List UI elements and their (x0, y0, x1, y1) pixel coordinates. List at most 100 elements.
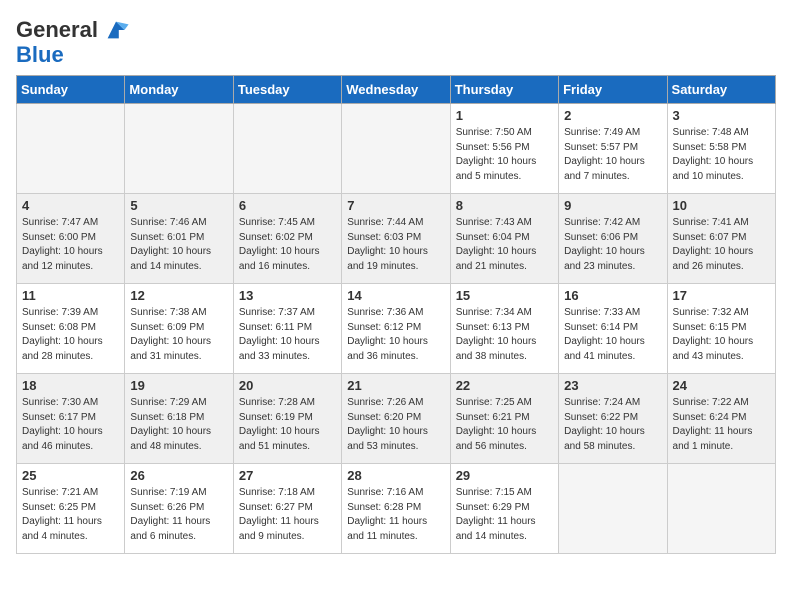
day-number: 8 (456, 198, 553, 213)
calendar-cell (342, 104, 450, 194)
calendar-cell (233, 104, 341, 194)
day-info: Sunrise: 7:29 AM Sunset: 6:18 PM Dayligh… (130, 396, 227, 454)
logo-general: General (16, 19, 98, 41)
calendar-cell (667, 464, 775, 554)
day-number: 22 (456, 378, 553, 393)
calendar-cell: 1 Sunrise: 7:50 AM Sunset: 5:56 PM Daylig… (450, 104, 558, 194)
day-number: 19 (130, 378, 227, 393)
calendar-cell (559, 464, 667, 554)
day-number: 4 (22, 198, 119, 213)
day-info: Sunrise: 7:16 AM Sunset: 6:28 PM Dayligh… (347, 486, 444, 544)
calendar-cell (125, 104, 233, 194)
weekday-header: Monday (125, 76, 233, 104)
day-number: 11 (22, 288, 119, 303)
calendar-table: SundayMondayTuesdayWednesdayThursdayFrid… (16, 75, 776, 554)
day-number: 15 (456, 288, 553, 303)
calendar-cell: 23 Sunrise: 7:24 AM Sunset: 6:22 PM Dayli… (559, 374, 667, 464)
calendar-cell: 11 Sunrise: 7:39 AM Sunset: 6:08 PM Dayli… (17, 284, 125, 374)
calendar-cell: 5 Sunrise: 7:46 AM Sunset: 6:01 PM Daylig… (125, 194, 233, 284)
calendar-cell: 6 Sunrise: 7:45 AM Sunset: 6:02 PM Daylig… (233, 194, 341, 284)
weekday-header: Friday (559, 76, 667, 104)
day-info: Sunrise: 7:42 AM Sunset: 6:06 PM Dayligh… (564, 216, 661, 274)
calendar-cell: 24 Sunrise: 7:22 AM Sunset: 6:24 PM Dayli… (667, 374, 775, 464)
day-info: Sunrise: 7:48 AM Sunset: 5:58 PM Dayligh… (673, 126, 770, 184)
day-info: Sunrise: 7:19 AM Sunset: 6:26 PM Dayligh… (130, 486, 227, 544)
day-info: Sunrise: 7:33 AM Sunset: 6:14 PM Dayligh… (564, 306, 661, 364)
calendar-cell: 20 Sunrise: 7:28 AM Sunset: 6:19 PM Dayli… (233, 374, 341, 464)
day-info: Sunrise: 7:38 AM Sunset: 6:09 PM Dayligh… (130, 306, 227, 364)
day-number: 9 (564, 198, 661, 213)
calendar-cell: 27 Sunrise: 7:18 AM Sunset: 6:27 PM Dayli… (233, 464, 341, 554)
day-info: Sunrise: 7:50 AM Sunset: 5:56 PM Dayligh… (456, 126, 553, 184)
day-info: Sunrise: 7:28 AM Sunset: 6:19 PM Dayligh… (239, 396, 336, 454)
day-info: Sunrise: 7:15 AM Sunset: 6:29 PM Dayligh… (456, 486, 553, 544)
day-number: 12 (130, 288, 227, 303)
day-number: 23 (564, 378, 661, 393)
calendar-cell: 16 Sunrise: 7:33 AM Sunset: 6:14 PM Dayli… (559, 284, 667, 374)
day-number: 6 (239, 198, 336, 213)
day-info: Sunrise: 7:30 AM Sunset: 6:17 PM Dayligh… (22, 396, 119, 454)
header: General Blue (16, 16, 776, 67)
day-number: 17 (673, 288, 770, 303)
weekday-header: Wednesday (342, 76, 450, 104)
day-info: Sunrise: 7:32 AM Sunset: 6:15 PM Dayligh… (673, 306, 770, 364)
day-number: 20 (239, 378, 336, 393)
day-number: 14 (347, 288, 444, 303)
day-info: Sunrise: 7:24 AM Sunset: 6:22 PM Dayligh… (564, 396, 661, 454)
calendar-cell: 26 Sunrise: 7:19 AM Sunset: 6:26 PM Dayli… (125, 464, 233, 554)
day-info: Sunrise: 7:41 AM Sunset: 6:07 PM Dayligh… (673, 216, 770, 274)
calendar-cell: 4 Sunrise: 7:47 AM Sunset: 6:00 PM Daylig… (17, 194, 125, 284)
day-info: Sunrise: 7:39 AM Sunset: 6:08 PM Dayligh… (22, 306, 119, 364)
day-number: 10 (673, 198, 770, 213)
calendar-cell: 22 Sunrise: 7:25 AM Sunset: 6:21 PM Dayli… (450, 374, 558, 464)
day-number: 2 (564, 108, 661, 123)
day-number: 21 (347, 378, 444, 393)
day-number: 18 (22, 378, 119, 393)
day-info: Sunrise: 7:44 AM Sunset: 6:03 PM Dayligh… (347, 216, 444, 274)
calendar-cell: 3Sunrise: 7:48 AM Sunset: 5:58 PM Daylig… (667, 104, 775, 194)
calendar-cell: 15 Sunrise: 7:34 AM Sunset: 6:13 PM Dayli… (450, 284, 558, 374)
day-number: 27 (239, 468, 336, 483)
day-info: Sunrise: 7:46 AM Sunset: 6:01 PM Dayligh… (130, 216, 227, 274)
calendar-cell: 19 Sunrise: 7:29 AM Sunset: 6:18 PM Dayli… (125, 374, 233, 464)
weekday-header: Tuesday (233, 76, 341, 104)
calendar-cell: 7 Sunrise: 7:44 AM Sunset: 6:03 PM Daylig… (342, 194, 450, 284)
calendar-cell: 8 Sunrise: 7:43 AM Sunset: 6:04 PM Daylig… (450, 194, 558, 284)
calendar-cell: 18 Sunrise: 7:30 AM Sunset: 6:17 PM Dayli… (17, 374, 125, 464)
day-info: Sunrise: 7:18 AM Sunset: 6:27 PM Dayligh… (239, 486, 336, 544)
calendar-cell: 21 Sunrise: 7:26 AM Sunset: 6:20 PM Dayli… (342, 374, 450, 464)
calendar-cell (17, 104, 125, 194)
calendar-cell: 2 Sunrise: 7:49 AM Sunset: 5:57 PM Daylig… (559, 104, 667, 194)
logo: General Blue (16, 16, 130, 67)
day-number: 5 (130, 198, 227, 213)
day-number: 24 (673, 378, 770, 393)
calendar-cell: 17 Sunrise: 7:32 AM Sunset: 6:15 PM Dayli… (667, 284, 775, 374)
day-info: Sunrise: 7:26 AM Sunset: 6:20 PM Dayligh… (347, 396, 444, 454)
day-number: 28 (347, 468, 444, 483)
weekday-header: Thursday (450, 76, 558, 104)
day-info: Sunrise: 7:37 AM Sunset: 6:11 PM Dayligh… (239, 306, 336, 364)
day-info: Sunrise: 7:49 AM Sunset: 5:57 PM Dayligh… (564, 126, 661, 184)
day-info: Sunrise: 7:21 AM Sunset: 6:25 PM Dayligh… (22, 486, 119, 544)
logo-icon (102, 16, 130, 44)
calendar-cell: 28 Sunrise: 7:16 AM Sunset: 6:28 PM Dayli… (342, 464, 450, 554)
day-number: 13 (239, 288, 336, 303)
calendar-cell: 10 Sunrise: 7:41 AM Sunset: 6:07 PM Dayli… (667, 194, 775, 284)
calendar-cell: 29 Sunrise: 7:15 AM Sunset: 6:29 PM Dayli… (450, 464, 558, 554)
day-number: 16 (564, 288, 661, 303)
day-info: Sunrise: 7:45 AM Sunset: 6:02 PM Dayligh… (239, 216, 336, 274)
calendar-cell: 12 Sunrise: 7:38 AM Sunset: 6:09 PM Dayli… (125, 284, 233, 374)
weekday-header: Saturday (667, 76, 775, 104)
day-info: Sunrise: 7:25 AM Sunset: 6:21 PM Dayligh… (456, 396, 553, 454)
calendar-cell: 13 Sunrise: 7:37 AM Sunset: 6:11 PM Dayli… (233, 284, 341, 374)
day-info: Sunrise: 7:43 AM Sunset: 6:04 PM Dayligh… (456, 216, 553, 274)
day-info: Sunrise: 7:34 AM Sunset: 6:13 PM Dayligh… (456, 306, 553, 364)
day-number: 7 (347, 198, 444, 213)
day-number: 26 (130, 468, 227, 483)
day-info: Sunrise: 7:22 AM Sunset: 6:24 PM Dayligh… (673, 396, 770, 454)
day-number: 29 (456, 468, 553, 483)
calendar-cell: 14Sunrise: 7:36 AM Sunset: 6:12 PM Dayli… (342, 284, 450, 374)
day-info: Sunrise: 7:47 AM Sunset: 6:00 PM Dayligh… (22, 216, 119, 274)
logo-blue: Blue (16, 42, 64, 67)
day-number: 1 (456, 108, 553, 123)
